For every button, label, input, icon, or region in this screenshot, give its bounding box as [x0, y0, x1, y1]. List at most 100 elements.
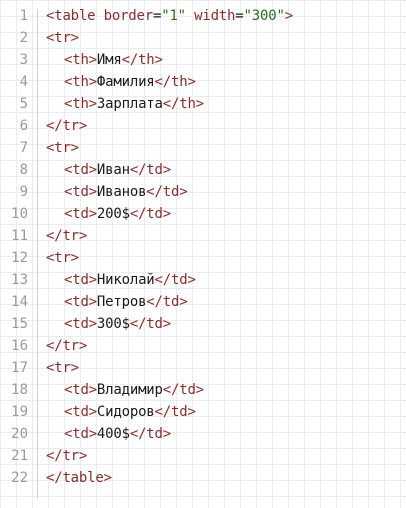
code-line[interactable]: 4 <th>Фамилия</th> [0, 71, 406, 93]
code-line[interactable]: 14 <td>Петров</td> [0, 291, 406, 313]
tag-token: </td> [146, 294, 188, 310]
code-text: <th>Фамилия</th> [28, 74, 196, 90]
code-text: <tr> [28, 140, 79, 156]
attribute-name: width [194, 8, 236, 24]
code-text: <td>Петров</td> [28, 294, 188, 310]
line-number: 1 [19, 8, 28, 24]
tag-token: <td> [64, 382, 97, 398]
line-number: 11 [11, 228, 28, 244]
line-number: 13 [11, 272, 28, 288]
cell-text: Иван [96, 162, 130, 178]
code-text: <td>400$</td> [28, 426, 171, 442]
code-line[interactable]: 17 <tr> [0, 357, 406, 379]
code-text: <td>Сидоров</td> [28, 404, 196, 420]
line-number: 19 [11, 404, 28, 420]
code-text: </table> [28, 470, 112, 486]
code-line[interactable]: 22 </table> [0, 467, 406, 489]
code-line[interactable]: 11 </tr> [0, 225, 406, 247]
code-line[interactable]: 1 <table border="1" width="300"> [0, 5, 406, 27]
tag-token: </th> [154, 74, 196, 90]
line-number: 3 [19, 52, 28, 68]
code-line[interactable]: 7 <tr> [0, 137, 406, 159]
code-text: <tr> [28, 250, 79, 266]
tag-token: <td> [64, 184, 97, 200]
cell-text: 400$ [96, 426, 130, 442]
tag-token: </td> [154, 272, 196, 288]
code-line[interactable]: 9 <td>Иванов</td> [0, 181, 406, 203]
tag-token: <td> [64, 294, 97, 310]
attribute-value: "1" [161, 8, 186, 24]
tag-token: <th> [64, 52, 97, 68]
line-number: 7 [19, 140, 28, 156]
code-line[interactable]: 5 <th>Зарплата</th> [0, 93, 406, 115]
code-text: <th>Зарплата</th> [28, 96, 204, 112]
tag-token: </td> [129, 316, 171, 332]
code-line[interactable]: 12 <tr> [0, 247, 406, 269]
line-number: 15 [11, 316, 28, 332]
tag-token: <tr> [46, 140, 79, 156]
tag-token: <tr> [46, 30, 79, 46]
code-line[interactable]: 13 <td>Николай</td> [0, 269, 406, 291]
line-number: 5 [19, 96, 28, 112]
cell-text: Иванов [96, 184, 147, 200]
cell-text: Петров [96, 294, 147, 310]
code-text: <td>Иванов</td> [28, 184, 188, 200]
code-line[interactable]: 20 <td>400$</td> [0, 423, 406, 445]
code-line[interactable]: 16 </tr> [0, 335, 406, 357]
tag-token: <td> [64, 162, 97, 178]
line-number: 8 [19, 162, 28, 178]
cell-text: Сидоров [96, 404, 155, 420]
tag-token: </tr> [46, 338, 88, 354]
code-line[interactable]: 18 <td>Владимир</td> [0, 379, 406, 401]
line-number: 9 [19, 184, 28, 200]
tag-token: <td> [64, 426, 97, 442]
code-line[interactable]: 3 <th>Имя</th> [0, 49, 406, 71]
line-number: 18 [11, 382, 28, 398]
code-text: <td>200$</td> [28, 206, 171, 222]
tag-token: </td> [162, 382, 204, 398]
tag-token: </table> [46, 470, 112, 486]
tag-token: <td> [64, 404, 97, 420]
code-text: <td>300$</td> [28, 316, 171, 332]
code-text: <tr> [28, 360, 79, 376]
cell-text: Зарплата [96, 96, 163, 112]
line-number: 14 [11, 294, 28, 310]
code-line[interactable]: 6 </tr> [0, 115, 406, 137]
equals-token: = [152, 8, 162, 24]
line-number: 20 [11, 426, 28, 442]
code-line[interactable]: 8 <td>Иван</td> [0, 159, 406, 181]
line-number: 2 [19, 30, 28, 46]
code-text: <th>Имя</th> [28, 52, 163, 68]
line-number: 4 [19, 74, 28, 90]
tag-token: <td> [64, 316, 97, 332]
tag-token: </td> [154, 404, 196, 420]
attribute-value: "300" [243, 8, 285, 24]
code-line[interactable]: 19 <td>Сидоров</td> [0, 401, 406, 423]
tag-token: </tr> [46, 228, 88, 244]
tag-token: </tr> [46, 448, 88, 464]
code-line[interactable]: 10 <td>200$</td> [0, 203, 406, 225]
tag-token: </td> [129, 426, 171, 442]
code-text: <td>Владимир</td> [28, 382, 204, 398]
code-line[interactable]: 21 </tr> [0, 445, 406, 467]
tag-token: <tr> [46, 360, 79, 376]
tag-token: <tr> [46, 250, 79, 266]
attribute-name: border [103, 8, 154, 24]
tag-token: <table [46, 8, 104, 24]
cell-text: Фамилия [96, 74, 155, 90]
tag-token: </td> [129, 206, 171, 222]
line-number: 16 [11, 338, 28, 354]
line-number: 10 [11, 206, 28, 222]
tag-token: </th> [162, 96, 204, 112]
tag-token: </td> [129, 162, 171, 178]
cell-text: 300$ [96, 316, 130, 332]
code-text: <td>Иван</td> [28, 162, 171, 178]
equals-token: = [235, 8, 244, 24]
tag-token: </th> [121, 52, 163, 68]
line-number: 21 [11, 448, 28, 464]
code-text: <table border="1" width="300"> [28, 8, 293, 24]
code-editor[interactable]: 1 <table border="1" width="300"> 2 <tr> … [0, 5, 406, 499]
code-line[interactable]: 15 <td>300$</td> [0, 313, 406, 335]
code-line[interactable]: 2 <tr> [0, 27, 406, 49]
